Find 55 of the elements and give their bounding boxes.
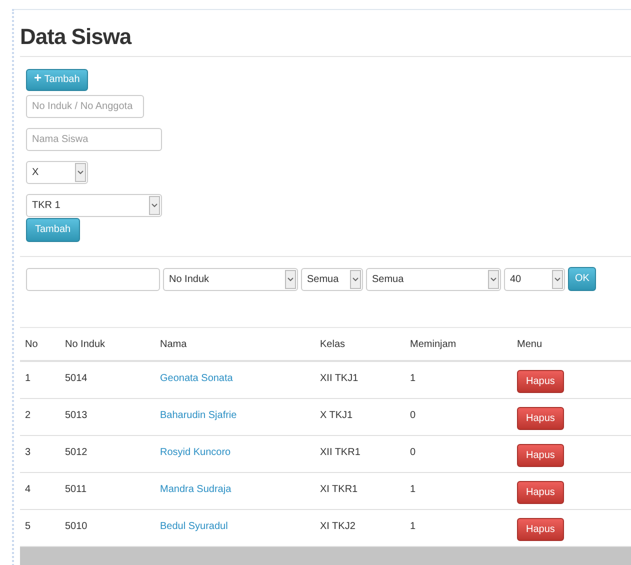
delete-button[interactable]: Hapus [517,518,564,542]
table-cell-text: 1 [410,520,417,534]
search-field[interactable] [26,268,160,291]
major-select[interactable]: TKR 1 [26,194,162,218]
table-cell-text: 5013 [65,409,88,424]
caret-icon [488,270,499,289]
name-link[interactable]: Mandra Sudraja [160,484,232,496]
delete-button[interactable]: Hapus [517,370,564,394]
table-cell-text: 4 [24,483,32,498]
column-header: Nama [160,338,188,352]
add-button[interactable]: + Tambah [26,69,88,92]
table-cell-text: 0 [410,446,417,460]
column-header: Meminjam [410,338,458,352]
column-header: Kelas [320,338,346,352]
table-cell-text: 5010 [65,520,88,534]
table-cell-text: 5014 [65,372,88,386]
caret-icon [552,270,563,289]
delete-button[interactable]: Hapus [517,407,564,430]
table-cell-text: 5 [24,520,32,534]
column-header: No Induk [65,338,106,352]
table-cell-text: 1 [410,372,417,386]
class-select[interactable]: X [26,161,88,184]
delete-button[interactable]: Hapus [517,444,564,468]
table-cell-text: 1 [410,483,417,498]
field-select[interactable]: No Induk [163,268,298,291]
name-field[interactable]: Nama Siswa [26,128,162,152]
name-link[interactable]: Bedul Syuradul [160,521,228,532]
table-cell-text: 3 [24,446,32,460]
caret-icon [285,270,296,289]
caret-icon [75,163,86,182]
no-induk-field[interactable]: No Induk / No Anggota [26,95,144,118]
table-cell-text: XI TKR1 [320,483,359,498]
table-cell-text: XII TKJ1 [320,372,360,386]
column-header: Menu [517,338,544,352]
table-cell-text: 5012 [65,446,88,460]
ok-button[interactable]: OK [568,267,596,292]
table-cell-text: XII TKR1 [320,446,362,460]
table-cell-text: 5011 [65,483,88,498]
name-link[interactable]: Baharudin Sjafrie [160,410,237,422]
class-filter-select[interactable]: Semua [301,268,363,291]
name-link[interactable]: Geonata Sonata [160,373,233,384]
submit-button[interactable]: Tambah [26,218,80,242]
delete-button[interactable]: Hapus [517,481,564,504]
major-filter-select[interactable]: Semua [366,268,501,291]
column-header: No [24,338,39,352]
table-cell-text: 0 [410,409,417,424]
limit-select[interactable]: 40 [504,268,565,291]
table-cell-text: 1 [24,372,32,386]
table-cell-text: 2 [24,409,32,424]
table-cell-text: X TKJ1 [320,409,354,424]
name-link[interactable]: Rosyid Kuncoro [160,447,231,458]
page-title: Data Siswa [20,24,631,58]
caret-icon [350,270,361,289]
table-cell-text: XI TKJ2 [320,520,356,534]
caret-icon [149,196,160,216]
